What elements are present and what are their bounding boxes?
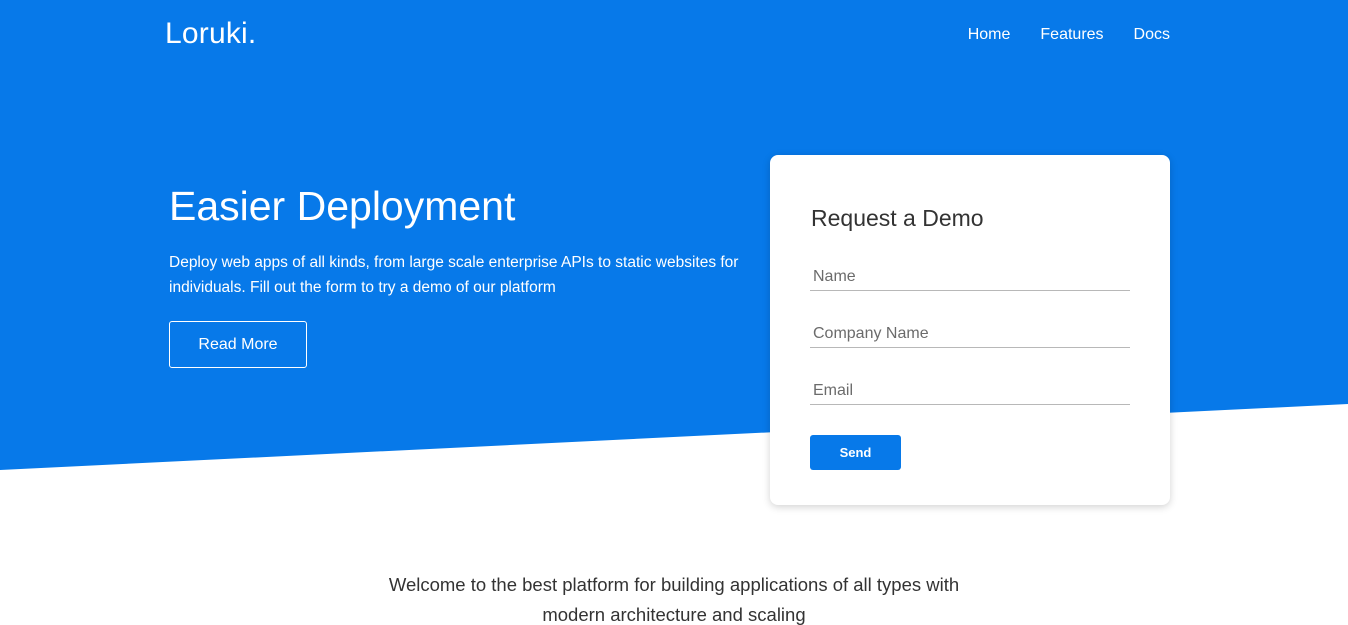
nav-docs-link[interactable]: Docs: [1134, 26, 1170, 44]
main-nav: Home Features Docs: [968, 26, 1170, 44]
send-button[interactable]: Send: [810, 435, 901, 470]
name-input[interactable]: [810, 263, 1130, 291]
hero-description: Deploy web apps of all kinds, from large…: [169, 254, 739, 296]
request-demo-card: Request a Demo Send: [770, 155, 1170, 505]
intro-text: Welcome to the best platform for buildin…: [388, 574, 960, 625]
landing-page: Loruki. Home Features Docs Easier Deploy…: [0, 0, 1348, 625]
nav-features-link[interactable]: Features: [1040, 26, 1103, 44]
nav-home-link[interactable]: Home: [968, 26, 1011, 44]
company-name-input[interactable]: [810, 320, 1130, 348]
email-input[interactable]: [810, 377, 1130, 405]
site-logo[interactable]: Loruki.: [165, 17, 256, 51]
request-demo-title: Request a Demo: [811, 205, 984, 231]
hero-title: Easier Deployment: [169, 183, 516, 229]
read-more-button[interactable]: Read More: [169, 321, 307, 368]
